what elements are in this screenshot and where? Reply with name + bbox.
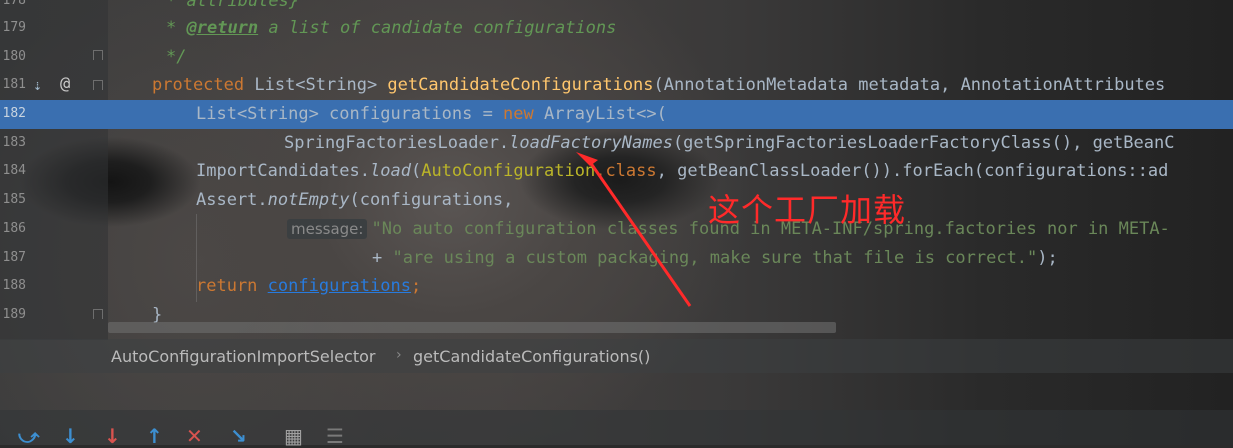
- variable-link[interactable]: configurations: [268, 276, 411, 296]
- keyword: protected: [152, 75, 245, 95]
- code-text: SpringFactoriesLoader.: [284, 133, 510, 153]
- javadoc-return-tag[interactable]: @return: [187, 18, 259, 38]
- line-number: 188: [2, 278, 26, 293]
- code-text: (configurations,: [349, 190, 514, 210]
- comment-star: *: [166, 18, 177, 38]
- keyword: .class: [595, 161, 657, 181]
- line-number: 181: [2, 77, 26, 92]
- breadcrumb: AutoConfigurationImportSelector › getCan…: [0, 339, 1233, 373]
- class-reference: AutoConfiguration: [421, 161, 596, 181]
- code-text: +: [372, 248, 393, 268]
- line-number: 183: [2, 135, 26, 150]
- force-step-into-icon[interactable]: ↓: [104, 424, 121, 448]
- static-method: load: [370, 161, 411, 181]
- string-literal: "are using a custom packaging, make sure…: [392, 248, 1038, 268]
- parameter-hint: message:: [287, 219, 368, 239]
- annotation-icon[interactable]: @: [60, 74, 70, 94]
- keyword: new: [503, 104, 534, 124]
- annotation-label: 这个工厂加载: [708, 191, 907, 229]
- fold-marker[interactable]: [92, 309, 103, 321]
- code-text: Assert.: [196, 190, 268, 210]
- keyword: return: [196, 276, 258, 296]
- breadcrumb-class[interactable]: AutoConfigurationImportSelector: [111, 347, 375, 366]
- code-text: );: [1037, 248, 1058, 268]
- code-line[interactable]: 181 ⇣ @ protected List<String> getCandid…: [0, 71, 1233, 100]
- comment-text: * attributes}: [166, 0, 300, 11]
- params-text: (AnnotationMetadata metadata, Annotation…: [653, 75, 1166, 95]
- line-number: 189: [2, 307, 26, 322]
- static-method: notEmpty: [267, 190, 350, 210]
- indent-guide: [196, 214, 197, 302]
- code-line[interactable]: 184 ImportCandidates.load(AutoConfigurat…: [0, 157, 1233, 186]
- code-line[interactable]: 179 * @return a list of candidate config…: [0, 14, 1233, 43]
- code-line[interactable]: 188 return configurations;: [0, 272, 1233, 301]
- line-number: 185: [2, 192, 26, 207]
- step-out-icon[interactable]: ↑: [146, 424, 163, 448]
- line-number: 179: [2, 20, 26, 35]
- trace-icon[interactable]: ☰: [326, 424, 344, 448]
- override-icon[interactable]: ⇣: [33, 76, 42, 94]
- type-text: List<String>: [244, 75, 388, 95]
- comment-text: */: [166, 47, 187, 67]
- line-number: 187: [2, 250, 26, 265]
- code-text: ArrayList<>(: [533, 104, 667, 124]
- line-number: 178: [2, 0, 26, 8]
- code-text: ImportCandidates.: [196, 161, 370, 181]
- code-text: , getBeanClassLoader()).forEach(configur…: [656, 161, 1169, 181]
- static-method: loadFactoryNames: [509, 133, 673, 153]
- code-text: (: [410, 161, 422, 181]
- evaluate-expression-icon[interactable]: ▦: [284, 424, 303, 448]
- step-into-icon[interactable]: ↓: [62, 424, 79, 448]
- fold-marker[interactable]: [92, 50, 103, 62]
- method-name: getCandidateConfigurations: [387, 75, 654, 95]
- horizontal-scrollbar[interactable]: [108, 322, 836, 333]
- code-line[interactable]: 180 */: [0, 43, 1233, 72]
- code-line-current[interactable]: 182 List<String> configurations = new Ar…: [0, 100, 1233, 129]
- chevron-right-icon: ›: [396, 347, 402, 363]
- code-text: List<String> configurations =: [196, 104, 504, 124]
- line-number: 182: [2, 106, 26, 121]
- code-line[interactable]: 185 Assert.notEmpty(configurations,: [0, 186, 1233, 215]
- code-line[interactable]: 186 message: "No auto configuration class…: [0, 215, 1233, 244]
- semicolon: ;: [410, 276, 422, 296]
- code-line[interactable]: 183 SpringFactoriesLoader.loadFactoryNam…: [0, 129, 1233, 158]
- code-text: (getSpringFactoriesLoaderFactoryClass(),…: [672, 133, 1175, 153]
- code-line[interactable]: 187 + "are using a custom packaging, mak…: [0, 244, 1233, 273]
- drop-frame-icon[interactable]: ✕: [186, 424, 203, 448]
- comment-text: a list of candidate configurations: [258, 18, 617, 38]
- line-number: 186: [2, 221, 26, 236]
- fold-marker[interactable]: [92, 80, 103, 92]
- line-number: 180: [2, 49, 26, 64]
- line-number: 184: [2, 163, 26, 178]
- step-over-icon[interactable]: ⤻: [18, 424, 39, 448]
- breadcrumb-method[interactable]: getCandidateConfigurations(): [413, 347, 650, 366]
- debug-toolbar: ⤻ ↓ ↓ ↑ ✕ ↘ ▦ ☰: [0, 410, 1233, 448]
- run-to-cursor-icon[interactable]: ↘: [230, 424, 247, 448]
